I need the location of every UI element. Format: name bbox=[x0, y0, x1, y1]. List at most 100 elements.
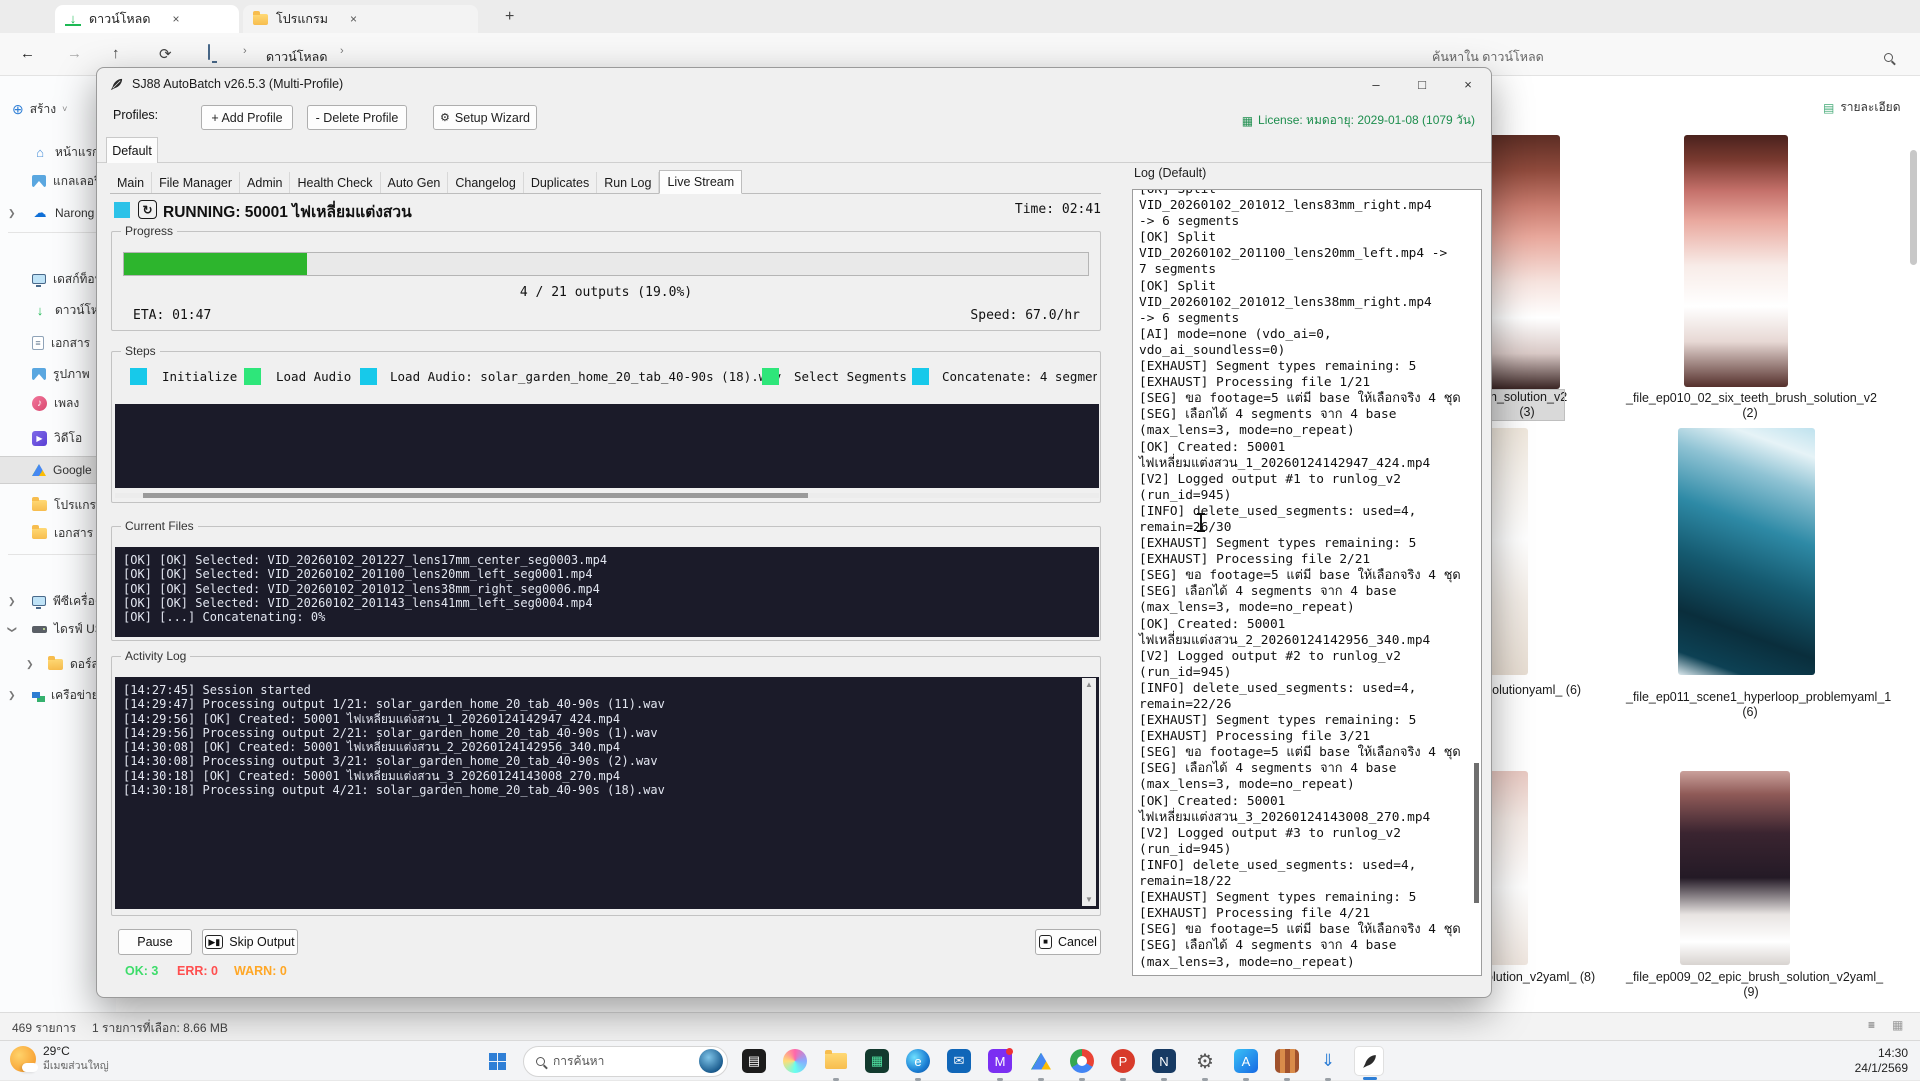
cancel-button[interactable]: ■ Cancel bbox=[1035, 929, 1101, 955]
chevron-right-icon[interactable]: ❯ bbox=[8, 208, 16, 219]
window-title-bar[interactable]: SJ88 AutoBatch v26.5.3 (Multi-Profile) –… bbox=[97, 68, 1491, 100]
file-name[interactable]: h_solution_v2 (3) bbox=[1490, 390, 1564, 420]
progress-fill bbox=[124, 253, 307, 275]
aqua-app-icon[interactable]: A bbox=[1231, 1046, 1261, 1076]
tab-duplicates[interactable]: Duplicates bbox=[524, 172, 597, 193]
close-tab-icon[interactable]: × bbox=[350, 12, 357, 26]
step-chip bbox=[912, 368, 929, 385]
explorer-tab-bar: ↓ ดาวน์โหลด × โปรแกรม × + bbox=[0, 0, 1920, 33]
scroll-up-icon[interactable]: ▲ bbox=[1085, 680, 1093, 689]
log-panel[interactable]: [OK] Split VID_20260102_201012_lens83mm_… bbox=[1132, 189, 1482, 976]
this-pc-icon bbox=[208, 45, 210, 59]
chevron-right-icon[interactable]: ❯ bbox=[8, 690, 16, 701]
file-name[interactable]: _file_ep010_02_six_teeth_brush_solution_… bbox=[1626, 391, 1874, 421]
file-name[interactable]: _file_ep011_scene1_hyperloop_problemyaml… bbox=[1626, 690, 1874, 720]
tab-run-log[interactable]: Run Log bbox=[597, 172, 659, 193]
document-icon: ≡ bbox=[32, 336, 44, 350]
chevron-down-icon[interactable]: ❯ bbox=[6, 625, 17, 633]
tab-live-stream[interactable]: Live Stream bbox=[659, 170, 742, 194]
chevron-right-icon[interactable]: ❯ bbox=[8, 596, 16, 607]
home-icon: ⌂ bbox=[32, 144, 48, 160]
loop-icon: ↻ bbox=[138, 200, 157, 219]
forward-icon[interactable]: → bbox=[67, 45, 82, 62]
calculator-icon[interactable]: ▦ bbox=[862, 1046, 892, 1076]
skip-output-button[interactable]: ▶▮ Skip Output bbox=[202, 929, 298, 955]
tab-file-manager[interactable]: File Manager bbox=[152, 172, 240, 193]
m365-icon[interactable]: M bbox=[985, 1046, 1015, 1076]
red-app-icon[interactable]: P bbox=[1108, 1046, 1138, 1076]
breadcrumb[interactable]: ดาวน์โหลด bbox=[266, 47, 327, 67]
explorer-scrollbar[interactable] bbox=[1910, 90, 1917, 1005]
pictures-icon bbox=[32, 368, 46, 380]
grid-view-icon[interactable]: ▦ bbox=[1892, 1018, 1903, 1032]
chevron-down-icon: ˅ bbox=[62, 104, 67, 114]
maximize-button[interactable]: □ bbox=[1399, 68, 1445, 100]
add-profile-button[interactable]: + Add Profile bbox=[201, 105, 293, 130]
scroll-down-icon[interactable]: ▼ bbox=[1085, 895, 1093, 904]
video-icon: ▶ bbox=[32, 431, 47, 446]
search-input[interactable]: ค้นหาใน ดาวน์โหลด bbox=[1432, 47, 1544, 67]
chevron-right-icon: › bbox=[340, 45, 344, 57]
log-scrollbar-thumb[interactable] bbox=[1474, 763, 1479, 903]
thumbnail[interactable] bbox=[1678, 428, 1815, 675]
window-title: SJ88 AutoBatch v26.5.3 (Multi-Profile) bbox=[132, 77, 343, 91]
tab-changelog[interactable]: Changelog bbox=[448, 172, 523, 193]
details-pane-button[interactable]: ▤ รายละเอียด bbox=[1823, 98, 1901, 117]
thumbnail[interactable] bbox=[1684, 135, 1788, 387]
tab-admin[interactable]: Admin bbox=[240, 172, 290, 193]
taskbar-clock[interactable]: 14:30 24/1/2569 bbox=[1855, 1046, 1908, 1076]
pause-button[interactable]: Pause bbox=[118, 929, 192, 955]
autobatch-taskbar-icon[interactable] bbox=[1354, 1046, 1384, 1076]
explorer-tab-programs[interactable]: โปรแกรม × bbox=[243, 5, 478, 33]
weather-widget[interactable]: 29°C มีเมฆส่วนใหญ่ bbox=[10, 1044, 109, 1074]
setup-wizard-button[interactable]: ⚙ Setup Wizard bbox=[433, 105, 537, 130]
thumbnail[interactable] bbox=[1680, 771, 1790, 965]
tab-health-check[interactable]: Health Check bbox=[290, 172, 380, 193]
library-icon[interactable] bbox=[1272, 1046, 1302, 1076]
tab-main[interactable]: Main bbox=[110, 172, 152, 193]
back-icon[interactable]: ← bbox=[20, 45, 35, 62]
minimize-button[interactable]: – bbox=[1353, 68, 1399, 100]
activity-log-group: Activity Log [14:27:45] Session started … bbox=[111, 656, 1101, 916]
list-view-icon[interactable]: ≡ bbox=[1868, 1018, 1875, 1032]
selection-info: 1 รายการที่เลือก: 8.66 MB bbox=[92, 1019, 228, 1038]
windows-logo-icon bbox=[489, 1053, 506, 1070]
dialog-tab-bar: Main File Manager Admin Health Check Aut… bbox=[110, 171, 1101, 194]
copilot-icon[interactable] bbox=[780, 1046, 810, 1076]
settings-icon[interactable]: ⚙ bbox=[1190, 1046, 1220, 1076]
refresh-icon[interactable]: ⟳ bbox=[159, 45, 172, 63]
google-drive-icon bbox=[32, 464, 46, 476]
folder-icon bbox=[32, 500, 47, 511]
steps-scrollbar[interactable] bbox=[115, 493, 1099, 498]
blue-app-icon[interactable]: N bbox=[1149, 1046, 1179, 1076]
up-icon[interactable]: ↑ bbox=[112, 45, 120, 62]
notepad-icon[interactable]: ▤ bbox=[739, 1046, 769, 1076]
activity-log-scrollbar[interactable]: ▲▼ bbox=[1082, 678, 1096, 906]
outlook-icon[interactable]: ✉ bbox=[944, 1046, 974, 1076]
weather-desc: มีเมฆส่วนใหญ่ bbox=[43, 1059, 109, 1074]
start-button[interactable] bbox=[482, 1046, 512, 1076]
taskbar-search[interactable]: การค้นหา bbox=[523, 1046, 728, 1077]
pc-icon bbox=[32, 596, 46, 606]
chrome-icon[interactable] bbox=[1067, 1046, 1097, 1076]
profile-tab-default[interactable]: Default bbox=[106, 137, 158, 163]
chevron-right-icon[interactable]: ❯ bbox=[26, 659, 34, 670]
close-tab-icon[interactable]: × bbox=[172, 12, 179, 26]
error-counter: ERR: 0 bbox=[177, 964, 218, 978]
explorer-tab-downloads[interactable]: ↓ ดาวน์โหลด × bbox=[55, 5, 239, 33]
file-name[interactable]: _file_ep009_02_epic_brush_solution_v2yam… bbox=[1626, 970, 1876, 1000]
file-explorer-icon[interactable] bbox=[821, 1046, 851, 1076]
close-button[interactable]: × bbox=[1445, 68, 1491, 100]
devices-icon[interactable]: ⇓ bbox=[1313, 1046, 1343, 1076]
tab-auto-gen[interactable]: Auto Gen bbox=[381, 172, 449, 193]
taskbar: 29°C มีเมฆส่วนใหญ่ การค้นหา ▤ ▦ e ✉ M P … bbox=[0, 1040, 1920, 1080]
new-tab-button[interactable]: + bbox=[505, 8, 514, 26]
search-icon[interactable] bbox=[1884, 49, 1893, 66]
weather-icon bbox=[10, 1046, 36, 1072]
group-label: Activity Log bbox=[121, 649, 190, 663]
group-label: Progress bbox=[121, 224, 177, 238]
delete-profile-button[interactable]: - Delete Profile bbox=[307, 105, 407, 130]
usb-drive-icon bbox=[32, 626, 47, 633]
google-drive-icon[interactable] bbox=[1026, 1046, 1056, 1076]
edge-icon[interactable]: e bbox=[903, 1046, 933, 1076]
